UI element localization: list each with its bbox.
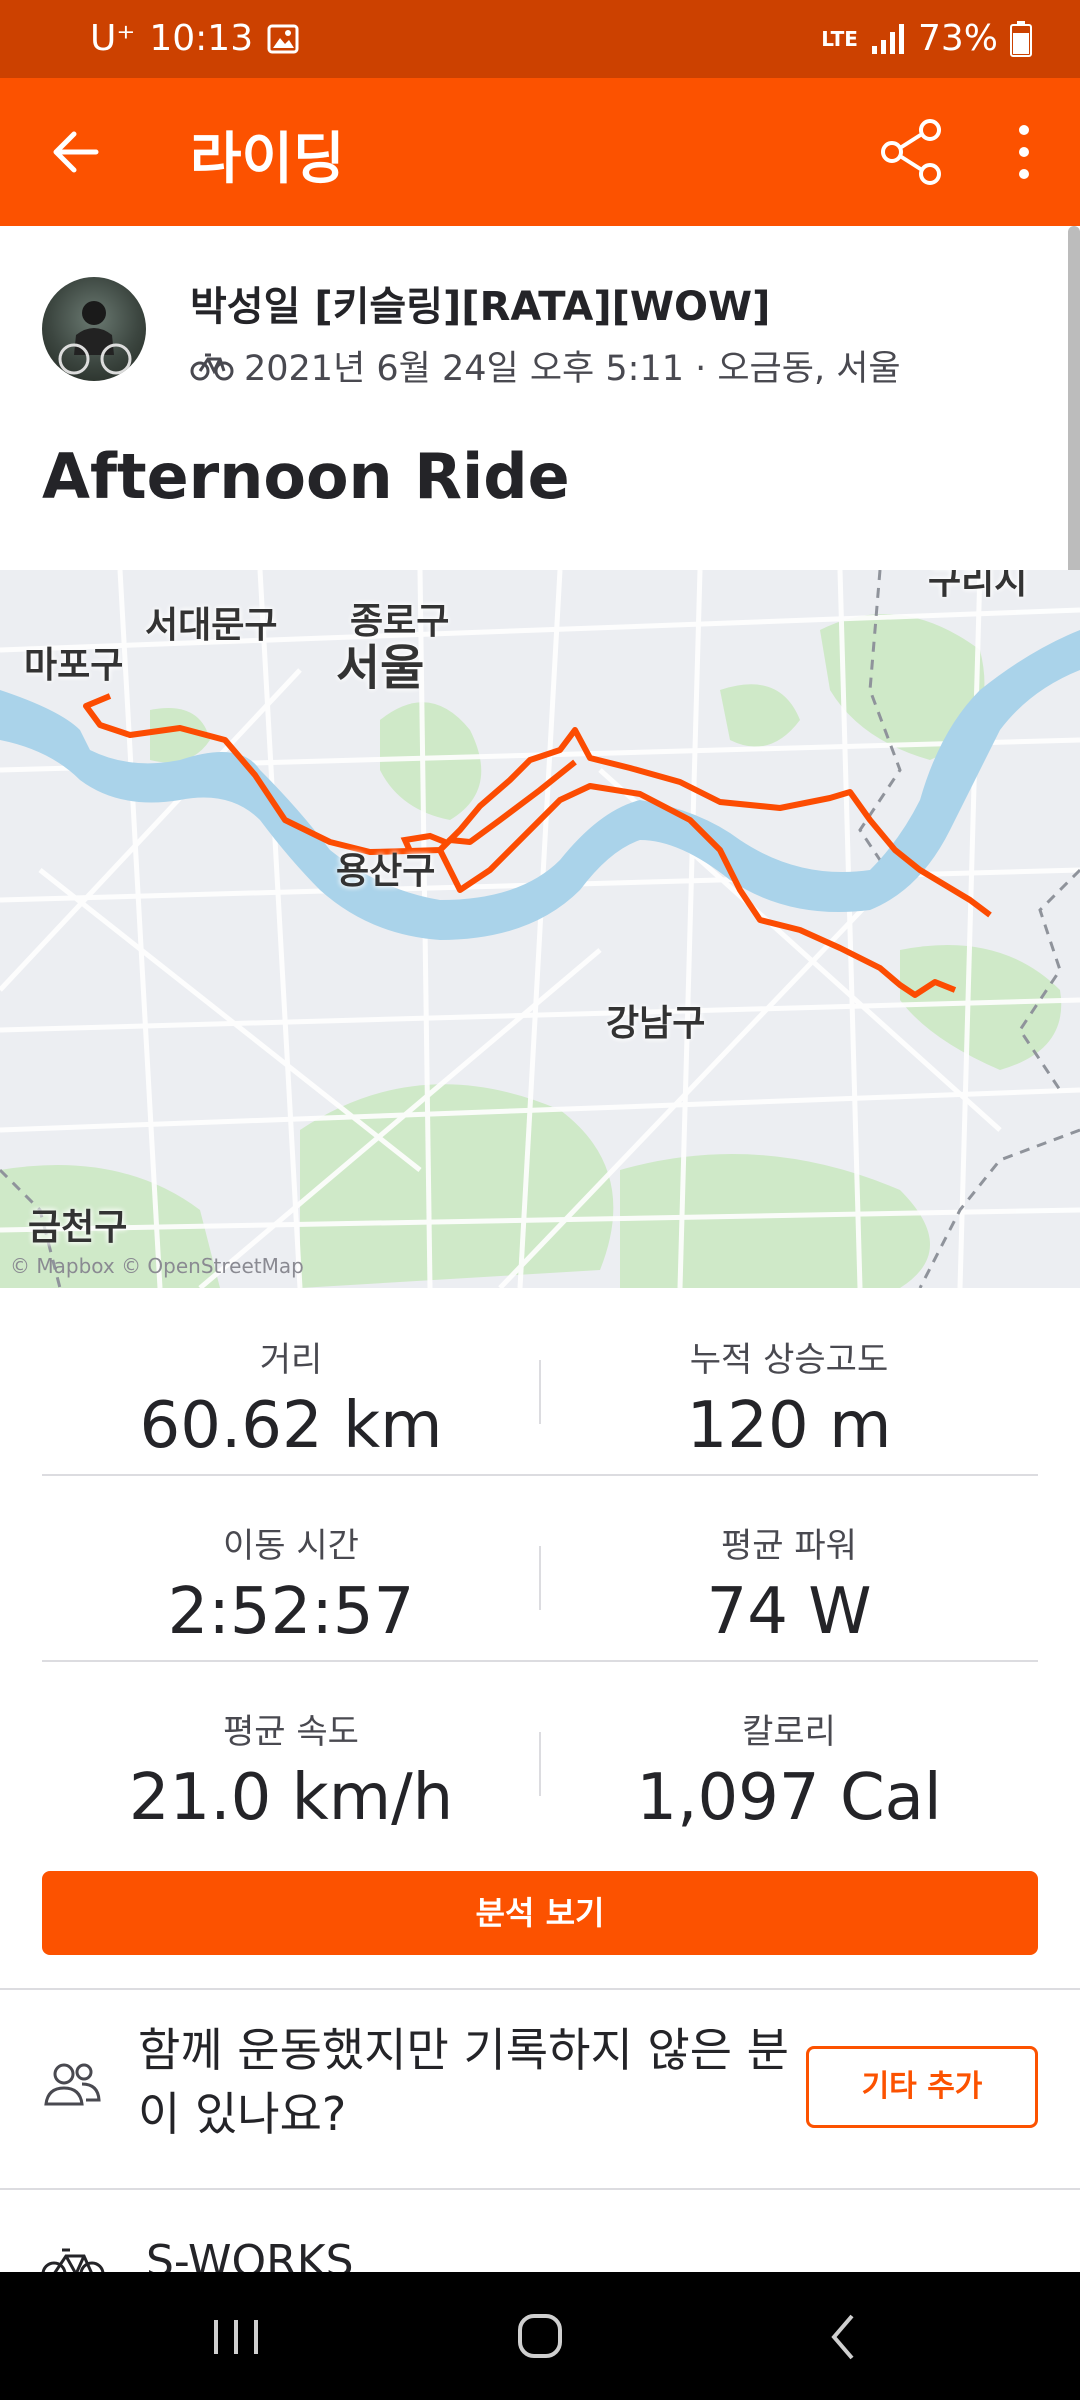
status-bar: U⁺ 10:13 LTE 73%	[0, 0, 1080, 78]
stat-label: 평균 속도	[223, 1712, 359, 1752]
route-map[interactable]: 서대문구 종로구 마포구 서울 용산구 강남구 금천구 구리시	[0, 570, 1080, 1288]
stat-avg-speed: 평균 속도 21.0 km/h	[42, 1662, 540, 1835]
stat-label: 거리	[259, 1340, 323, 1380]
home-icon[interactable]	[500, 2302, 580, 2372]
view-analysis-button[interactable]: 분석 보기	[42, 1871, 1038, 1955]
stat-elevation-gain: 누적 상승고도 120 m	[540, 1290, 1038, 1463]
avatar-photo	[58, 301, 132, 375]
image-notification-icon	[267, 24, 299, 53]
back-nav-icon[interactable]	[804, 2302, 884, 2372]
stat-label: 평균 파워	[721, 1526, 857, 1566]
stat-value: 2:52:57	[167, 1575, 415, 1649]
stats-row: 거리 60.62 km 누적 상승고도 120 m	[42, 1290, 1038, 1476]
stat-value: 1,097 Cal	[636, 1761, 942, 1835]
map-label-seodaemun: 서대문구	[145, 605, 278, 646]
bike-icon	[190, 353, 234, 380]
recent-apps-icon[interactable]	[196, 2302, 276, 2372]
stat-avg-power: 평균 파워 74 W	[540, 1476, 1038, 1649]
add-others-button[interactable]: 기타 추가	[806, 2046, 1038, 2128]
group-prompt-text: 함께 운동했지만 기록하지 않은 분이 있나요?	[138, 2023, 789, 2141]
stats-row: 평균 속도 21.0 km/h 칼로리 1,097 Cal	[42, 1662, 1038, 1846]
map-label-yongsan: 용산구	[336, 851, 436, 892]
app-bar: 라이딩	[0, 78, 1080, 226]
stat-calories: 칼로리 1,097 Cal	[540, 1662, 1038, 1835]
stat-value: 74 W	[706, 1575, 872, 1649]
network-type: LTE	[821, 26, 858, 51]
map-label-gangnam: 강남구	[606, 1003, 706, 1044]
stat-label: 이동 시간	[223, 1526, 359, 1566]
clock: 10:13	[149, 18, 254, 59]
map-label-corner: 구리시	[928, 570, 1028, 602]
section-divider	[0, 1988, 1080, 1990]
map-attribution[interactable]: © Mapbox © OpenStreetMap	[10, 1254, 304, 1278]
stat-label: 누적 상승고도	[689, 1340, 889, 1380]
stats-row: 이동 시간 2:52:57 평균 파워 74 W	[42, 1476, 1038, 1662]
stat-value: 120 m	[686, 1389, 892, 1463]
stats-grid: 거리 60.62 km 누적 상승고도 120 m 이동 시간 2:52:57 …	[42, 1290, 1038, 1846]
group-icon	[44, 2063, 101, 2106]
page-title: 라이딩	[190, 127, 345, 192]
activity-datetime-location: 2021년 6월 24일 오후 5:11 · 오금동, 서울	[244, 349, 901, 389]
map-graphic	[0, 570, 1080, 1288]
battery-percent: 73%	[917, 18, 998, 59]
map-label-seoul: 서울	[336, 640, 425, 696]
system-nav-bar	[0, 2272, 1080, 2400]
share-icon[interactable]	[878, 118, 946, 186]
map-label-mapo: 마포구	[24, 645, 124, 686]
stat-label: 칼로리	[742, 1712, 836, 1752]
stat-moving-time: 이동 시간 2:52:57	[42, 1476, 540, 1649]
avatar[interactable]	[42, 277, 146, 381]
section-divider	[0, 2188, 1080, 2190]
signal-icon	[871, 23, 904, 54]
battery-icon	[1010, 20, 1032, 57]
stat-value: 21.0 km/h	[128, 1761, 454, 1835]
more-options-icon[interactable]	[1004, 118, 1044, 186]
activity-title: Afternoon Ride	[42, 440, 570, 513]
map-label-geumcheon: 금천구	[28, 1207, 128, 1248]
athlete-name[interactable]: 박성일 [키슬링][RATA][WOW]	[190, 274, 770, 332]
stat-value: 60.62 km	[139, 1389, 443, 1463]
carrier-label: U⁺	[90, 18, 136, 59]
activity-meta: 2021년 6월 24일 오후 5:11 · 오금동, 서울	[190, 340, 901, 391]
stat-distance: 거리 60.62 km	[42, 1290, 540, 1463]
back-arrow-icon[interactable]	[46, 122, 106, 182]
